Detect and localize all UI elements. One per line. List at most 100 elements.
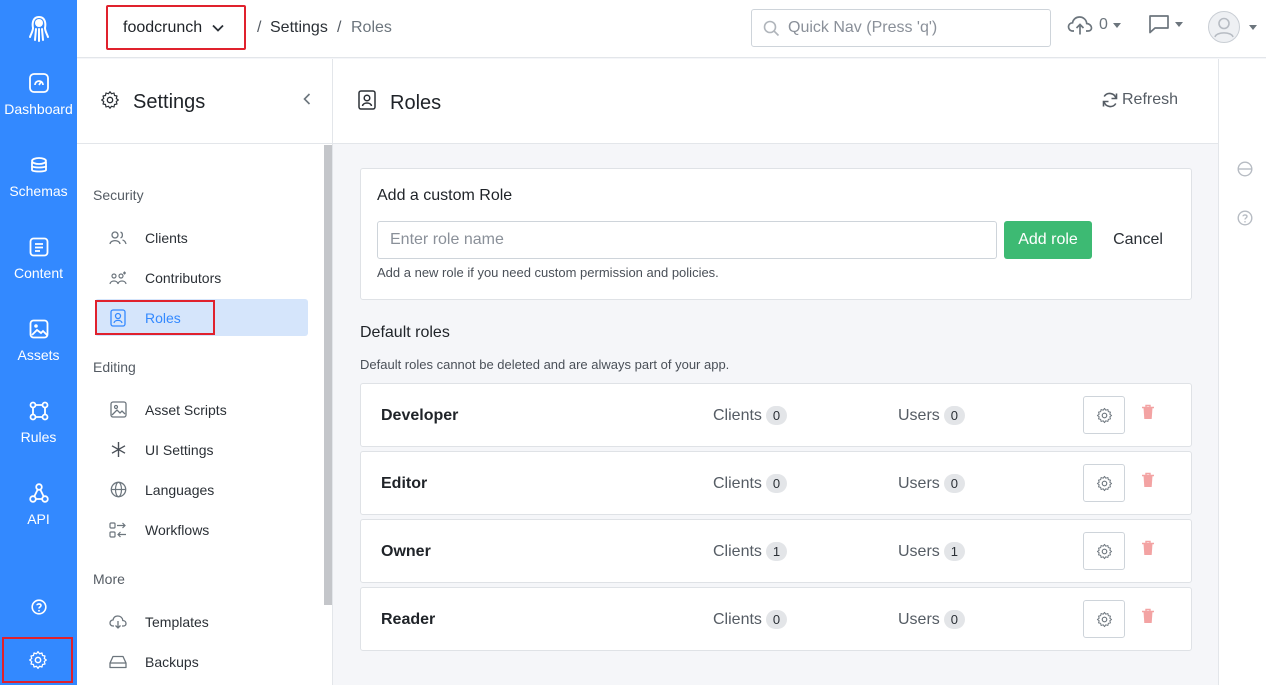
upload-menu[interactable]: 0 bbox=[1067, 14, 1121, 36]
nav-schemas[interactable]: Schemas bbox=[0, 141, 77, 223]
settings-item-ui-settings[interactable]: UI Settings bbox=[95, 431, 308, 468]
settings-item-label: Backups bbox=[145, 653, 199, 670]
role-settings-button[interactable] bbox=[1083, 532, 1125, 570]
nav-schemas-label: Schemas bbox=[9, 183, 68, 199]
breadcrumb-settings[interactable]: Settings bbox=[270, 19, 328, 37]
role-row-editor[interactable]: Editor Clients 0 Users 0 bbox=[360, 451, 1192, 515]
right-sidebar bbox=[1218, 59, 1266, 685]
users-label: Users bbox=[898, 610, 940, 628]
quick-nav-search[interactable] bbox=[751, 9, 1051, 47]
scrollbar[interactable] bbox=[324, 145, 332, 605]
role-settings-button[interactable] bbox=[1083, 464, 1125, 502]
nav-assets[interactable]: Assets bbox=[0, 305, 77, 387]
history-icon[interactable] bbox=[1237, 161, 1253, 177]
settings-item-label: Asset Scripts bbox=[145, 401, 227, 418]
nav-dashboard-label: Dashboard bbox=[4, 101, 73, 117]
role-clients: Clients 0 bbox=[713, 610, 788, 629]
role-name: Reader bbox=[381, 611, 436, 628]
settings-item-templates[interactable]: Templates bbox=[95, 603, 308, 640]
role-name: Editor bbox=[381, 475, 428, 492]
settings-item-label: Languages bbox=[145, 481, 215, 498]
cancel-button[interactable]: Cancel bbox=[1099, 221, 1177, 259]
role-clients: Clients 0 bbox=[713, 406, 788, 425]
clients-count-badge: 0 bbox=[765, 406, 788, 425]
group-security: Security bbox=[93, 187, 144, 203]
users-icon bbox=[108, 230, 128, 245]
trash-icon[interactable] bbox=[1141, 404, 1155, 420]
add-role-button[interactable]: Add role bbox=[1004, 221, 1092, 259]
settings-header: Settings bbox=[77, 59, 332, 144]
roles-highlight-box bbox=[95, 300, 215, 335]
default-roles-hint: Default roles cannot be deleted and are … bbox=[360, 357, 730, 372]
role-settings-button[interactable] bbox=[1083, 396, 1125, 434]
role-name: Owner bbox=[381, 543, 431, 560]
gear-icon bbox=[1096, 407, 1112, 423]
clients-count-badge: 0 bbox=[765, 474, 788, 493]
app-selector[interactable]: foodcrunch bbox=[106, 5, 246, 50]
help-icon[interactable] bbox=[0, 592, 77, 622]
settings-item-clients[interactable]: Clients bbox=[95, 219, 308, 256]
role-name-input[interactable] bbox=[377, 221, 997, 259]
app-name: foodcrunch bbox=[123, 18, 203, 36]
asterisk-icon bbox=[108, 441, 128, 458]
nav-assets-label: Assets bbox=[17, 347, 60, 363]
notifications-menu[interactable] bbox=[1148, 14, 1183, 34]
caret-down-icon bbox=[1112, 22, 1121, 28]
settings-item-languages[interactable]: Languages bbox=[95, 471, 308, 508]
role-row-developer[interactable]: Developer Clients 0 Users 0 bbox=[360, 383, 1192, 447]
nav-dashboard[interactable]: Dashboard bbox=[0, 59, 77, 141]
clients-label: Clients bbox=[713, 406, 762, 424]
trash-icon[interactable] bbox=[1141, 472, 1155, 488]
users-count-badge: 0 bbox=[943, 610, 966, 629]
settings-item-contributors[interactable]: Contributors bbox=[95, 259, 308, 296]
search-icon bbox=[763, 20, 780, 36]
contributors-icon bbox=[108, 271, 128, 285]
role-users: Users 0 bbox=[898, 474, 966, 493]
clients-count-badge: 0 bbox=[765, 610, 788, 629]
nav-rules[interactable]: Rules bbox=[0, 387, 77, 469]
nav-content-label: Content bbox=[13, 265, 64, 281]
collapse-chevron-icon[interactable] bbox=[303, 93, 311, 105]
settings-item-label: Clients bbox=[145, 229, 188, 246]
nav-content[interactable]: Content bbox=[0, 223, 77, 305]
nav-api[interactable]: API bbox=[0, 469, 77, 551]
breadcrumb-roles: Roles bbox=[351, 19, 392, 36]
settings-item-asset-scripts[interactable]: Asset Scripts bbox=[95, 391, 308, 428]
squidex-logo-icon[interactable] bbox=[0, 0, 77, 58]
nav-rules-label: Rules bbox=[20, 429, 57, 445]
main-sidebar: Dashboard Schemas Content Assets Rules A… bbox=[0, 0, 77, 685]
role-row-reader[interactable]: Reader Clients 0 Users 0 bbox=[360, 587, 1192, 651]
settings-item-label: Templates bbox=[145, 613, 209, 630]
profile-menu[interactable] bbox=[1208, 11, 1257, 43]
clients-count-badge: 1 bbox=[765, 542, 788, 561]
rules-icon bbox=[29, 401, 48, 421]
workflow-icon bbox=[108, 521, 128, 538]
globe-icon bbox=[108, 481, 128, 498]
cloud-download-icon bbox=[108, 614, 128, 629]
refresh-button[interactable]: Refresh bbox=[1101, 91, 1178, 109]
settings-item-backups[interactable]: Backups bbox=[95, 643, 308, 680]
clients-label: Clients bbox=[713, 610, 762, 628]
avatar-icon bbox=[1208, 11, 1240, 43]
refresh-icon bbox=[1102, 92, 1118, 108]
add-role-card: Add a custom Role Add role Cancel Add a … bbox=[360, 168, 1192, 300]
cloud-upload-icon bbox=[1067, 16, 1093, 35]
search-input[interactable] bbox=[788, 19, 1038, 37]
gear-icon bbox=[1096, 475, 1112, 491]
settings-gear-icon[interactable] bbox=[2, 637, 73, 683]
gear-icon bbox=[1096, 543, 1112, 559]
users-label: Users bbox=[898, 542, 940, 560]
settings-item-workflows[interactable]: Workflows bbox=[95, 511, 308, 548]
role-settings-button[interactable] bbox=[1083, 600, 1125, 638]
role-clients: Clients 0 bbox=[713, 474, 788, 493]
chat-icon bbox=[1149, 15, 1169, 34]
trash-icon[interactable] bbox=[1141, 608, 1155, 624]
help-circle-icon[interactable] bbox=[1237, 210, 1253, 226]
users-count-badge: 0 bbox=[943, 474, 966, 493]
chevron-down-icon bbox=[212, 24, 224, 32]
trash-icon[interactable] bbox=[1141, 540, 1155, 556]
role-users: Users 0 bbox=[898, 610, 966, 629]
users-label: Users bbox=[898, 474, 940, 492]
settings-item-label: UI Settings bbox=[145, 441, 214, 458]
role-row-owner[interactable]: Owner Clients 1 Users 1 bbox=[360, 519, 1192, 583]
